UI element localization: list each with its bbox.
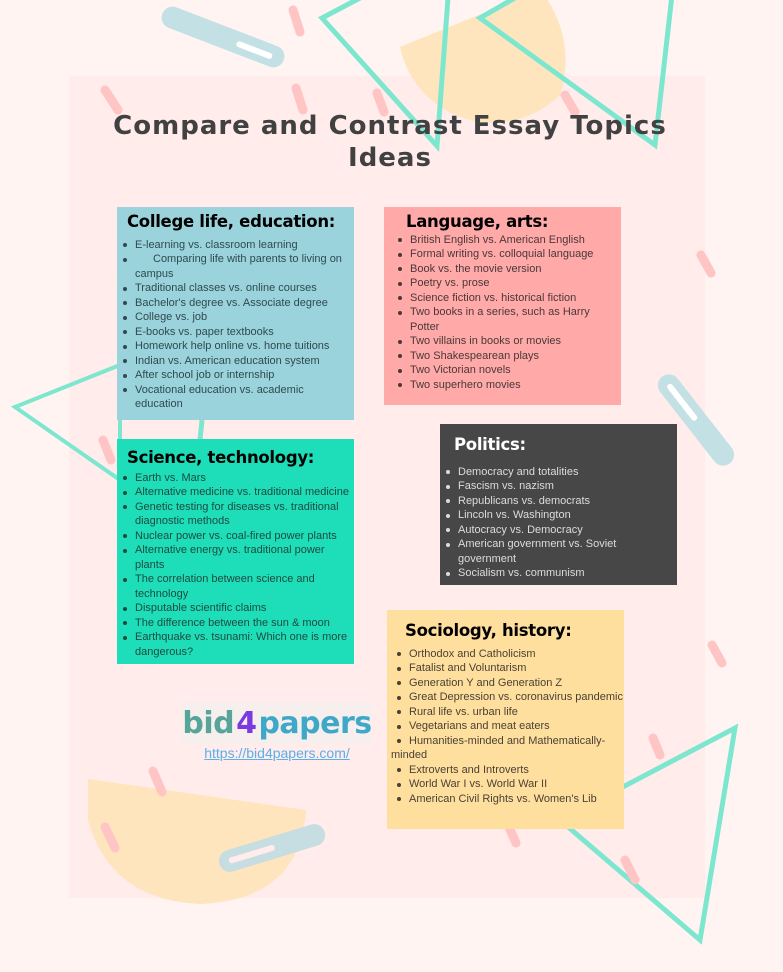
topic-list: E-learning vs. classroom learning Compar…: [117, 238, 354, 412]
list-item: Orthodox and Catholicism: [391, 647, 624, 662]
list-item: Republicans vs. democrats: [440, 494, 677, 509]
list-item: Two villains in books or movies: [392, 334, 621, 349]
logo-four-icon: 4: [236, 705, 257, 741]
list-item: Homework help online vs. home tuitions: [117, 339, 354, 354]
card-language-arts: Language, arts: British English vs. Amer…: [384, 207, 621, 405]
card-science-technology: Science, technology: Earth vs. Mars Alte…: [117, 439, 354, 664]
list-item: Vocational education vs. academic educat…: [117, 383, 354, 412]
list-item: After school job or internship: [117, 368, 354, 383]
list-item: Comparing life with parents to living on…: [117, 252, 354, 281]
page-title: Compare and Contrast Essay Topics Ideas: [113, 111, 667, 173]
list-item: Nuclear power vs. coal-fired power plant…: [117, 529, 354, 544]
list-item: Poetry vs. prose: [392, 276, 621, 291]
topic-list: Orthodox and Catholicism Fatalist and Vo…: [391, 647, 624, 807]
logo-text-papers: papers: [258, 705, 372, 741]
card-heading: Science, technology:: [127, 448, 315, 467]
list-item: Humanities-minded and Mathematically-min…: [391, 734, 624, 763]
list-item: Bachelor's degree vs. Associate degree: [117, 296, 354, 311]
list-item: Two superhero movies: [392, 378, 621, 393]
card-heading: Politics:: [454, 435, 526, 454]
list-item: Traditional classes vs. online courses: [117, 281, 354, 296]
list-item: Genetic testing for diseases vs. traditi…: [117, 500, 354, 529]
list-item: American Civil Rights vs. Women's Lib: [391, 792, 624, 807]
list-item: Science fiction vs. historical fiction: [392, 291, 621, 306]
teal-triangle-left: [10, 362, 122, 484]
list-item: Generation Y and Generation Z: [391, 676, 624, 691]
list-item: E-books vs. paper textbooks: [117, 325, 354, 340]
list-item: World War I vs. World War II: [391, 777, 624, 792]
list-item: The difference between the sun & moon: [117, 616, 354, 631]
list-item: Two books in a series, such as Harry Pot…: [392, 305, 621, 334]
list-item: Two Shakespearean plays: [392, 349, 621, 364]
list-item: Rural life vs. urban life: [391, 705, 624, 720]
list-item: Lincoln vs. Washington: [440, 508, 677, 523]
list-item: Fatalist and Voluntarism: [391, 661, 624, 676]
list-item: The correlation between science and tech…: [117, 572, 354, 601]
card-heading: Language, arts:: [406, 212, 549, 231]
topic-list: Earth vs. Mars Alternative medicine vs. …: [117, 471, 354, 660]
card-heading: College life, education:: [127, 212, 336, 231]
list-item: Earthquake vs. tsunami: Which one is mor…: [117, 630, 354, 659]
list-item: Formal writing vs. colloquial language: [392, 247, 621, 262]
list-item: Fascism vs. nazism: [440, 479, 677, 494]
list-item: Extroverts and Introverts: [391, 763, 624, 778]
list-item: Democracy and totalities: [440, 465, 677, 480]
teal-line-connector: [197, 419, 205, 441]
list-item: Alternative medicine vs. traditional med…: [117, 485, 354, 500]
bid4papers-logo: bid 4 papers: [182, 702, 372, 744]
list-item: Earth vs. Mars: [117, 471, 354, 486]
list-item: E-learning vs. classroom learning: [117, 238, 354, 253]
list-item: Indian vs. American education system: [117, 354, 354, 369]
list-item: College vs. job: [117, 310, 354, 325]
list-item: Alternative energy vs. traditional power…: [117, 543, 354, 572]
logo-text-bid: bid: [182, 705, 235, 741]
list-item: Great Depression vs. coronavirus pandemi…: [391, 690, 624, 705]
topic-list: Democracy and totalities Fascism vs. naz…: [440, 465, 677, 581]
list-item: Vegetarians and meat eaters: [391, 719, 624, 734]
list-item: Autocracy vs. Democracy: [440, 523, 677, 538]
topic-list: British English vs. American English For…: [392, 233, 621, 393]
card-sociology-history: Sociology, history: Orthodox and Catholi…: [387, 610, 624, 829]
list-item: American government vs. Soviet governmen…: [440, 537, 677, 566]
card-heading: Sociology, history:: [405, 621, 572, 640]
list-item: Socialism vs. communism: [440, 566, 677, 581]
list-item: Two Victorian novels: [392, 363, 621, 378]
website-link[interactable]: https://bid4papers.com/: [182, 745, 372, 761]
card-politics: Politics: Democracy and totalities Fasci…: [440, 424, 677, 585]
list-item: Disputable scientific claims: [117, 601, 354, 616]
card-college-education: College life, education: E-learning vs. …: [117, 207, 354, 420]
list-item: Book vs. the movie version: [392, 262, 621, 277]
list-item: British English vs. American English: [392, 233, 621, 248]
blue-capsule-top: [161, 6, 285, 68]
